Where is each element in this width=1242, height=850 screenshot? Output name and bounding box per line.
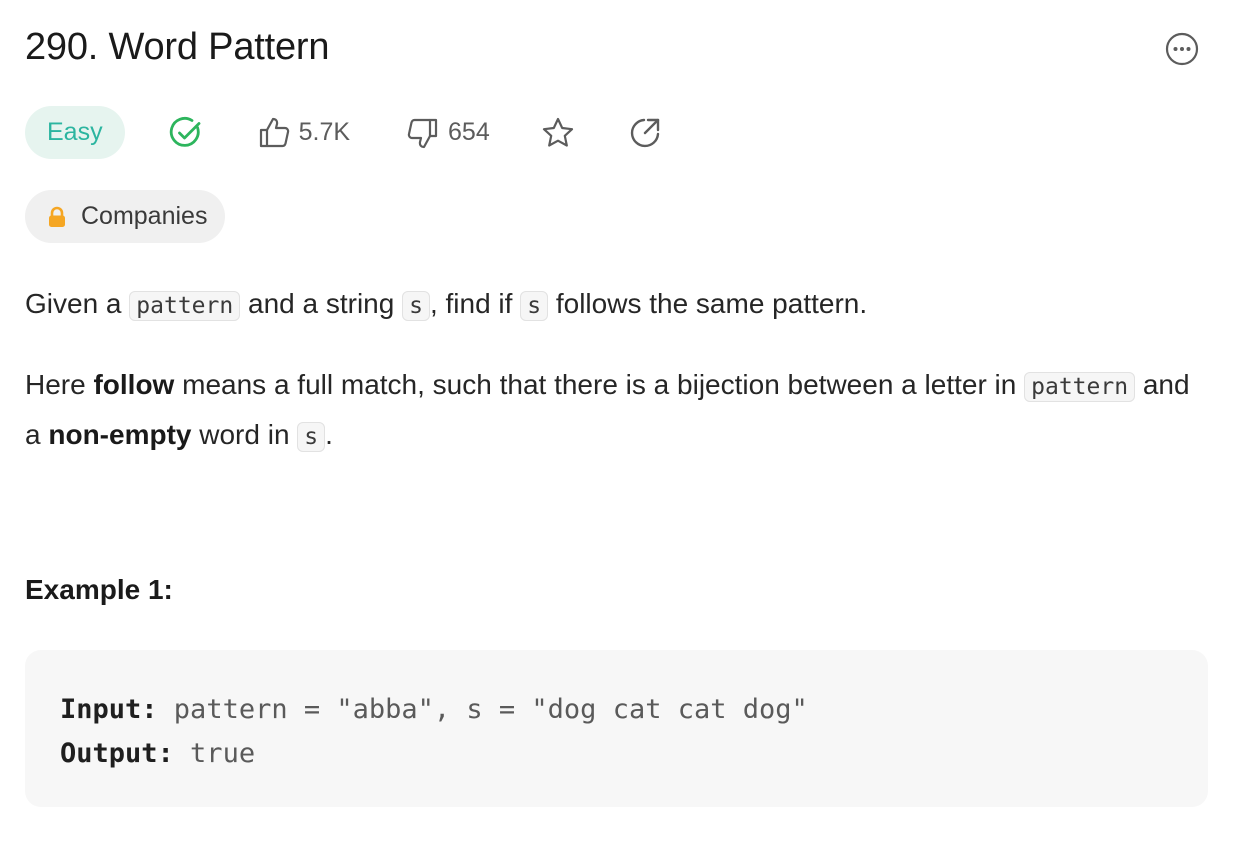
thumbs-down-icon [407,118,438,148]
share-button[interactable] [628,116,662,150]
more-options-button[interactable] [1164,31,1200,67]
text: and a string [240,288,403,319]
text: follows the same pattern. [548,288,868,319]
star-icon [542,117,573,147]
input-value: pattern = "abba", s = "dog cat cat dog" [157,694,808,725]
example-code-block: Input: pattern = "abba", s = "dog cat ca… [25,650,1208,807]
text: , find if [429,288,521,319]
favorite-button[interactable] [540,116,576,150]
bold-text: follow [93,369,175,400]
output-value: true [173,738,256,769]
thumbs-up-icon [259,117,289,147]
inline-code: pattern [129,291,241,321]
difficulty-badge: Easy [25,106,125,159]
dislike-button[interactable]: 654 [406,116,490,150]
text: . [325,419,333,450]
inline-code: s [297,422,326,452]
inline-code: s [402,291,430,321]
inline-code: s [520,291,549,321]
companies-label: Companies [81,202,208,230]
text: word in [191,419,298,450]
example-input-line: Input: pattern = "abba", s = "dog cat ca… [60,688,1208,732]
bold-text: non-empty [48,419,192,450]
example-heading: Example 1: [25,574,173,605]
share-icon [630,118,659,147]
inline-code: pattern [1024,372,1136,402]
solved-indicator [169,116,203,150]
companies-tag-button[interactable]: Companies [25,190,226,243]
like-count: 5.7K [298,118,351,146]
output-label: Output: [60,738,174,769]
like-button[interactable]: 5.7K [257,116,350,150]
more-icon [1165,32,1199,66]
problem-meta-row: Easy 5.7K 654 [25,106,662,159]
dislike-count: 654 [448,118,490,146]
example-output-line: Output: true [60,732,1208,776]
problem-title: 290. Word Pattern [25,26,330,68]
input-label: Input: [60,694,158,725]
text: means a full match, such that there is a… [174,369,1025,400]
lock-icon [49,206,65,227]
text: Here [25,369,94,400]
text: Given a [25,288,130,319]
description-paragraph-1: Given a pattern and a string s, find if … [25,280,1205,330]
solved-check-icon [169,116,200,147]
description-paragraph-2: Here follow means a full match, such tha… [25,361,1205,461]
